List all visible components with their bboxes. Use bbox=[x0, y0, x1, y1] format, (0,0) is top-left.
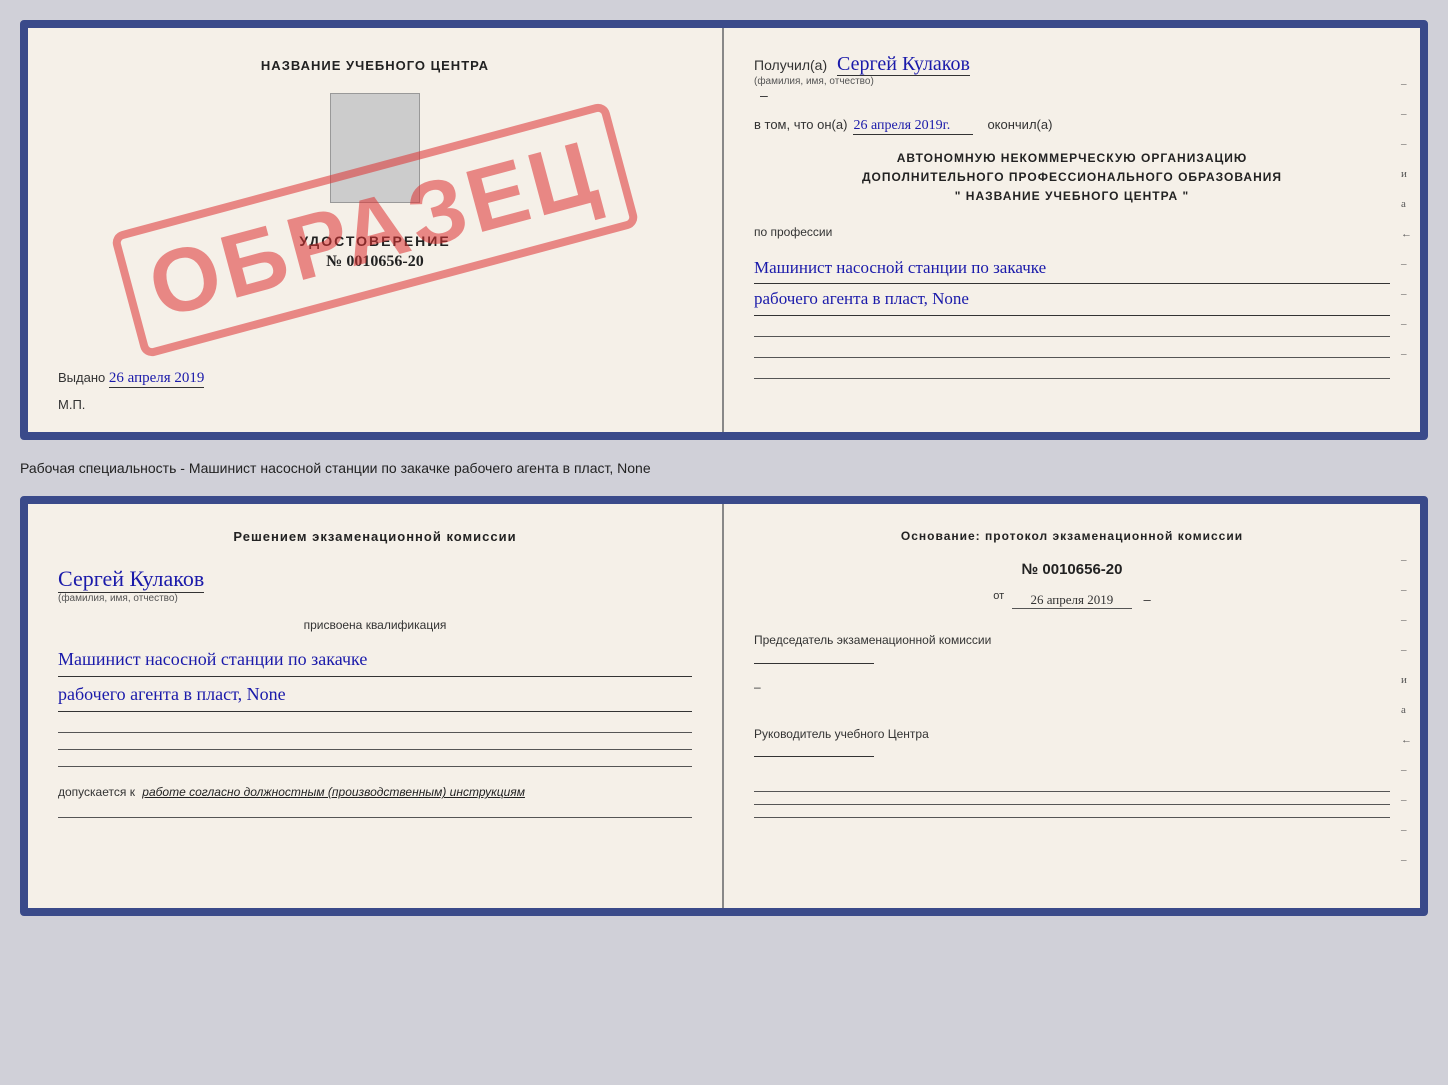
vydano-date: 26 апреля 2019 bbox=[109, 370, 205, 388]
mark-1: – bbox=[1401, 78, 1412, 90]
prof-block-bottom: Машинист насосной станции по закачке раб… bbox=[58, 642, 692, 712]
ruk-signature-line bbox=[754, 756, 874, 757]
bottom-name-handwritten: Сергей Кулаков bbox=[58, 566, 204, 593]
subtitle-text: Рабочая специальность - Машинист насосно… bbox=[20, 456, 1428, 480]
page-wrapper: НАЗВАНИЕ УЧЕБНОГО ЦЕНТРА УДОСТОВЕРЕНИЕ №… bbox=[0, 0, 1448, 1085]
br-hr-1 bbox=[754, 791, 1390, 792]
prof-line2-top: рабочего агента в пласт, None bbox=[754, 284, 1390, 316]
bottom-hr-1 bbox=[58, 732, 692, 733]
bottom-right-hr-block bbox=[754, 785, 1390, 818]
udost-number: № 0010656-20 bbox=[299, 253, 450, 271]
bottom-hr-2 bbox=[58, 749, 692, 750]
photo-placeholder bbox=[330, 93, 420, 203]
mark-9: – bbox=[1401, 318, 1412, 330]
prof-line2-bottom: рабочего агента в пласт, None bbox=[58, 677, 692, 712]
hr-3 bbox=[754, 378, 1390, 379]
udost-block: УДОСТОВЕРЕНИЕ № 0010656-20 bbox=[299, 233, 450, 271]
bmark-5: и bbox=[1401, 674, 1412, 686]
vydano-line: Выдано 26 апреля 2019 bbox=[58, 370, 692, 387]
mark-2: – bbox=[1401, 108, 1412, 120]
bmark-6: а bbox=[1401, 704, 1412, 716]
ot-date-row: от 26 апреля 2019 – bbox=[754, 590, 1390, 609]
ruk-label: Руководитель учебного Центра bbox=[754, 725, 1390, 744]
poluchil-row: Получил(а) Сергей Кулаков (фамилия, имя,… bbox=[754, 53, 1390, 103]
po-professii-label: по профессии bbox=[754, 225, 1390, 239]
br-hr-2 bbox=[754, 804, 1390, 805]
org-line1: АВТОНОМНУЮ НЕКОММЕРЧЕСКУЮ ОРГАНИЗАЦИЮ bbox=[754, 149, 1390, 168]
ruk-block: Руководитель учебного Центра bbox=[754, 725, 1390, 763]
vtom-line: в том, что он(а) 26 апреля 2019г. окончи… bbox=[754, 117, 1390, 135]
cert-bottom-right: – – – – и а ← – – – – Основание: протоко… bbox=[724, 504, 1420, 908]
bmark-10: – bbox=[1401, 824, 1412, 836]
mark-5: а bbox=[1401, 198, 1412, 210]
mark-3: – bbox=[1401, 138, 1412, 150]
bmark-8: – bbox=[1401, 764, 1412, 776]
mp-line: М.П. bbox=[58, 397, 85, 412]
bottom-hr-3 bbox=[58, 766, 692, 767]
pred-signature-line bbox=[754, 663, 874, 664]
osnov-block: Основание: протокол экзаменационной коми… bbox=[754, 529, 1390, 543]
bmark-3: – bbox=[1401, 614, 1412, 626]
bmark-9: – bbox=[1401, 794, 1412, 806]
prof-line1-bottom: Машинист насосной станции по закачке bbox=[58, 642, 692, 677]
fio-hint-top: (фамилия, имя, отчество) bbox=[754, 76, 1390, 87]
vydano-label: Выдано bbox=[58, 370, 105, 385]
bmark-7: ← bbox=[1401, 734, 1412, 746]
bmark-4: – bbox=[1401, 644, 1412, 656]
org-line2: ДОПОЛНИТЕЛЬНОГО ПРОФЕССИОНАЛЬНОГО ОБРАЗО… bbox=[754, 168, 1390, 187]
udost-title: УДОСТОВЕРЕНИЕ bbox=[299, 233, 450, 249]
mark-8: – bbox=[1401, 288, 1412, 300]
prisvoena-text: присвоена квалификация bbox=[58, 618, 692, 632]
resheniem-text: Решением экзаменационной комиссии bbox=[58, 529, 692, 544]
pred-label: Председатель экзаменационной комиссии bbox=[754, 631, 1390, 650]
cert-top-left: НАЗВАНИЕ УЧЕБНОГО ЦЕНТРА УДОСТОВЕРЕНИЕ №… bbox=[28, 28, 724, 432]
prof-block-top: Машинист насосной станции по закачке раб… bbox=[754, 253, 1390, 316]
pred-dash-right: – bbox=[754, 678, 1390, 697]
mark-6: ← bbox=[1401, 228, 1412, 240]
vtom-label: в том, что он(а) bbox=[754, 117, 847, 132]
cert-bottom-left: Решением экзаменационной комиссии Сергей… bbox=[28, 504, 724, 908]
hr-1 bbox=[754, 336, 1390, 337]
dopuskaetsya-row: допускается к работе согласно должностны… bbox=[58, 785, 692, 799]
ot-date-value: 26 апреля 2019 bbox=[1012, 592, 1132, 609]
mark-4: и bbox=[1401, 168, 1412, 180]
org-line3: " НАЗВАНИЕ УЧЕБНОГО ЦЕНТРА " bbox=[754, 187, 1390, 206]
dopuskaetsya-prefix: допускается к bbox=[58, 785, 135, 799]
prof-line1-top: Машинист насосной станции по закачке bbox=[754, 253, 1390, 285]
cert-top-right: – – – и а ← – – – – Получил(а) Сергей Ку… bbox=[724, 28, 1420, 432]
fio-hint-bottom: (фамилия, имя, отчество) bbox=[58, 593, 692, 604]
bottom-name-block: Сергей Кулаков (фамилия, имя, отчество) bbox=[58, 560, 692, 604]
okonchil-label: окончил(а) bbox=[987, 117, 1052, 132]
dopuskaetsya-text: работе согласно должностным (производств… bbox=[142, 785, 525, 799]
mark-10: – bbox=[1401, 348, 1412, 360]
br-hr-3 bbox=[754, 817, 1390, 818]
poluchil-label: Получил(а) bbox=[754, 57, 827, 73]
bottom-hr-4 bbox=[58, 817, 692, 818]
right-margin-marks-bottom: – – – – и а ← – – – – bbox=[1401, 554, 1412, 866]
top-certificate: НАЗВАНИЕ УЧЕБНОГО ЦЕНТРА УДОСТОВЕРЕНИЕ №… bbox=[20, 20, 1428, 440]
ot-prefix: от bbox=[993, 590, 1004, 602]
hr-2 bbox=[754, 357, 1390, 358]
top-left-title: НАЗВАНИЕ УЧЕБНОГО ЦЕНТРА bbox=[261, 58, 489, 73]
org-block: АВТОНОМНУЮ НЕКОММЕРЧЕСКУЮ ОРГАНИЗАЦИЮ ДО… bbox=[754, 149, 1390, 207]
poluchil-name: Сергей Кулаков (фамилия, имя, отчество) bbox=[754, 57, 1390, 87]
bottom-certificate: Решением экзаменационной комиссии Сергей… bbox=[20, 496, 1428, 916]
bmark-1: – bbox=[1401, 554, 1412, 566]
vtom-date: 26 апреля 2019г. bbox=[853, 118, 973, 135]
protocol-number: № 0010656-20 bbox=[754, 561, 1390, 578]
bmark-11: – bbox=[1401, 854, 1412, 866]
right-margin-marks: – – – и а ← – – – – bbox=[1401, 78, 1412, 360]
pred-block: Председатель экзаменационной комиссии – bbox=[754, 631, 1390, 697]
ot-dash: – bbox=[1143, 592, 1150, 607]
bmark-2: – bbox=[1401, 584, 1412, 596]
dash-after-name: – bbox=[760, 87, 768, 103]
mark-7: – bbox=[1401, 258, 1412, 270]
